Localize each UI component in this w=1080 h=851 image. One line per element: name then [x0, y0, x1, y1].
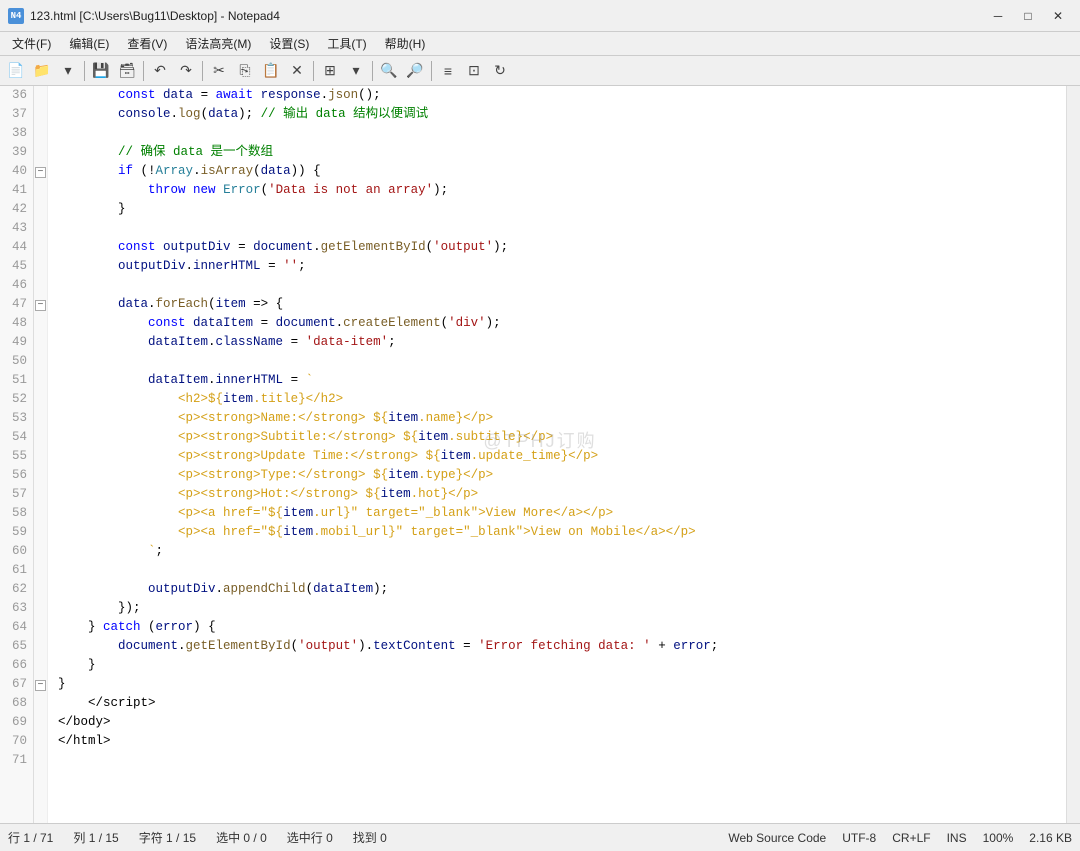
code-line: `; [58, 542, 1066, 561]
code-line: <p><strong>Update Time:</strong> ${item.… [58, 447, 1066, 466]
title-bar: N4 123.html [C:\Users\Bug11\Desktop] - N… [0, 0, 1080, 32]
code-line: const outputDiv = document.getElementByI… [58, 238, 1066, 257]
toolbar-bookmark[interactable]: ⊡ [462, 59, 486, 83]
code-line: throw new Error('Data is not an array'); [58, 181, 1066, 200]
toolbar-sep6 [431, 61, 432, 81]
code-line: const dataItem = document.createElement(… [58, 314, 1066, 333]
code-line: </script> [58, 694, 1066, 713]
code-line: document.getElementById('output').textCo… [58, 637, 1066, 656]
status-right: Web Source Code UTF-8 CR+LF INS 100% 2.1… [728, 831, 1072, 845]
code-line: const data = await response.json(); [58, 86, 1066, 105]
status-encoding: UTF-8 [842, 831, 876, 845]
toolbar-copy[interactable]: ⎘ [233, 59, 257, 83]
code-line: </html> [58, 732, 1066, 751]
code-line: outputDiv.appendChild(dataItem); [58, 580, 1066, 599]
toolbar-undo[interactable]: ↶ [148, 59, 172, 83]
status-zoom: 100% [983, 831, 1014, 845]
toolbar-sep5 [372, 61, 373, 81]
title-bar-left: N4 123.html [C:\Users\Bug11\Desktop] - N… [8, 8, 280, 24]
close-button[interactable]: ✕ [1044, 6, 1072, 26]
code-line: <p><strong>Subtitle:</strong> ${item.sub… [58, 428, 1066, 447]
toolbar-sep1 [84, 61, 85, 81]
status-find: 找到 0 [353, 829, 387, 846]
code-line: <p><strong>Type:</strong> ${item.type}</… [58, 466, 1066, 485]
menu-view[interactable]: 查看(V) [119, 33, 175, 54]
toolbar-sep4 [313, 61, 314, 81]
code-line [58, 276, 1066, 295]
toolbar-save[interactable]: 💾 [89, 59, 113, 83]
lines-container: 3637383940414243444546474849505152535455… [0, 86, 1066, 823]
code-line [58, 124, 1066, 143]
status-lineending: CR+LF [892, 831, 930, 845]
status-position: 行 1 / 71 [8, 829, 53, 846]
menu-help[interactable]: 帮助(H) [377, 33, 434, 54]
line-numbers: 3637383940414243444546474849505152535455… [0, 86, 34, 823]
app-icon: N4 [8, 8, 24, 24]
window-title: 123.html [C:\Users\Bug11\Desktop] - Note… [30, 9, 280, 23]
toolbar-find[interactable]: 🔍 [377, 59, 401, 83]
status-selection: 选中 0 / 0 [216, 829, 267, 846]
toolbar-open[interactable]: 📁 [30, 59, 54, 83]
toolbar-saveall[interactable]: 🗃 [115, 59, 139, 83]
toolbar-findnext[interactable]: 🔎 [403, 59, 427, 83]
code-line [58, 219, 1066, 238]
toolbar-paste[interactable]: 📋 [259, 59, 283, 83]
code-line: // 确保 data 是一个数组 [58, 143, 1066, 162]
code-line: outputDiv.innerHTML = ''; [58, 257, 1066, 276]
code-line: <p><strong>Hot:</strong> ${item.hot}</p> [58, 485, 1066, 504]
toolbar-sep3 [202, 61, 203, 81]
code-line: } [58, 656, 1066, 675]
maximize-button[interactable]: □ [1014, 6, 1042, 26]
code-line: <p><a href="${item.mobil_url}" target="_… [58, 523, 1066, 542]
toolbar: 📄 📁 ▾ 💾 🗃 ↶ ↷ ✂ ⎘ 📋 ✕ ⊞ ▾ 🔍 🔎 ≡ ⊡ ↻ [0, 56, 1080, 86]
code-line [58, 352, 1066, 371]
code-line: } catch (error) { [58, 618, 1066, 637]
status-chars: 字符 1 / 15 [139, 829, 196, 846]
status-column: 列 1 / 15 [73, 829, 118, 846]
toolbar-new[interactable]: 📄 [4, 59, 28, 83]
menu-settings[interactable]: 设置(S) [261, 33, 317, 54]
status-filesize: 2.16 KB [1029, 831, 1072, 845]
menu-edit[interactable]: 编辑(E) [61, 33, 117, 54]
code-line: <p><strong>Name:</strong> ${item.name}</… [58, 409, 1066, 428]
code-area[interactable]: 3637383940414243444546474849505152535455… [0, 86, 1080, 823]
toolbar-wrap[interactable]: ≡ [436, 59, 460, 83]
status-filetype: Web Source Code [728, 831, 826, 845]
status-selected-lines: 选中行 0 [287, 829, 333, 846]
menu-file[interactable]: 文件(F) [4, 33, 59, 54]
code-line: </body> [58, 713, 1066, 732]
toolbar-reload[interactable]: ↻ [488, 59, 512, 83]
code-line: }); [58, 599, 1066, 618]
status-bar: 行 1 / 71 列 1 / 15 字符 1 / 15 选中 0 / 0 选中行… [0, 823, 1080, 851]
code-line: } [58, 675, 1066, 694]
menu-tools[interactable]: 工具(T) [319, 33, 374, 54]
code-line: data.forEach(item => { [58, 295, 1066, 314]
code-line: if (!Array.isArray(data)) { [58, 162, 1066, 181]
toolbar-delete[interactable]: ✕ [285, 59, 309, 83]
menu-syntax[interactable]: 语法高亮(M) [177, 33, 259, 54]
toolbar-macro[interactable]: ⊞ [318, 59, 342, 83]
editor-container: 3637383940414243444546474849505152535455… [0, 86, 1080, 823]
toolbar-dropdown1[interactable]: ▾ [56, 59, 80, 83]
code-line: console.log(data); // 输出 data 结构以便调试 [58, 105, 1066, 124]
toolbar-redo[interactable]: ↷ [174, 59, 198, 83]
code-line: dataItem.className = 'data-item'; [58, 333, 1066, 352]
toolbar-cut[interactable]: ✂ [207, 59, 231, 83]
minimize-button[interactable]: ─ [984, 6, 1012, 26]
code-line: } [58, 200, 1066, 219]
code-line: <h2>${item.title}</h2> [58, 390, 1066, 409]
window-controls: ─ □ ✕ [984, 6, 1072, 26]
menu-bar: 文件(F) 编辑(E) 查看(V) 语法高亮(M) 设置(S) 工具(T) 帮助… [0, 32, 1080, 56]
code-line: dataItem.innerHTML = ` [58, 371, 1066, 390]
status-mode: INS [947, 831, 967, 845]
toolbar-macro-dropdown[interactable]: ▾ [344, 59, 368, 83]
code-line [58, 561, 1066, 580]
code-line: <p><a href="${item.url}" target="_blank"… [58, 504, 1066, 523]
vertical-scrollbar[interactable] [1066, 86, 1080, 823]
toolbar-sep2 [143, 61, 144, 81]
fold-markers: −−− [34, 86, 48, 823]
code-content[interactable]: const data = await response.json(); cons… [48, 86, 1066, 823]
code-line [58, 751, 1066, 770]
